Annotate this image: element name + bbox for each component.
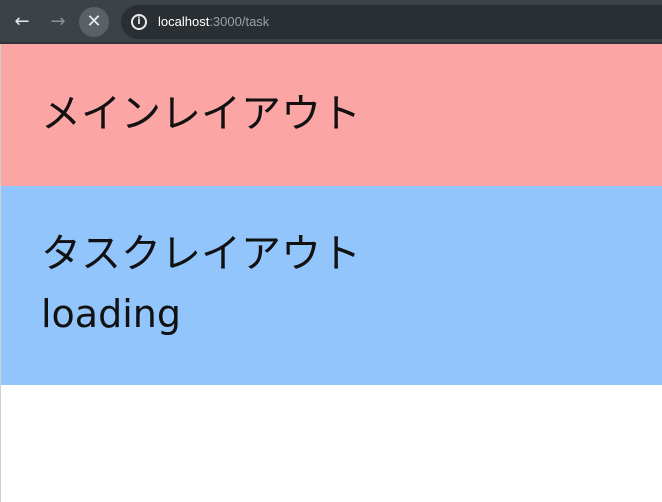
- url-path: :3000/task: [209, 14, 270, 29]
- task-layout-heading: タスクレイアウト: [41, 231, 361, 277]
- site-info-icon[interactable]: i: [131, 14, 147, 30]
- task-layout-section: タスクレイアウト loading: [1, 186, 662, 385]
- page-content: メインレイアウト タスクレイアウト loading: [0, 44, 662, 502]
- url-host: localhost: [158, 14, 210, 29]
- address-bar[interactable]: i localhost:3000/task: [121, 5, 662, 39]
- browser-toolbar: ← → ✕ i localhost:3000/task: [0, 0, 662, 44]
- url-text[interactable]: localhost:3000/task: [158, 13, 269, 31]
- forward-arrow-icon[interactable]: →: [43, 7, 73, 37]
- back-arrow-icon[interactable]: ←: [7, 7, 37, 37]
- main-layout-heading: メインレイアウト: [41, 91, 361, 137]
- main-layout-section: メインレイアウト: [1, 44, 662, 186]
- loading-status: loading: [41, 292, 181, 336]
- stop-loading-icon[interactable]: ✕: [79, 7, 109, 37]
